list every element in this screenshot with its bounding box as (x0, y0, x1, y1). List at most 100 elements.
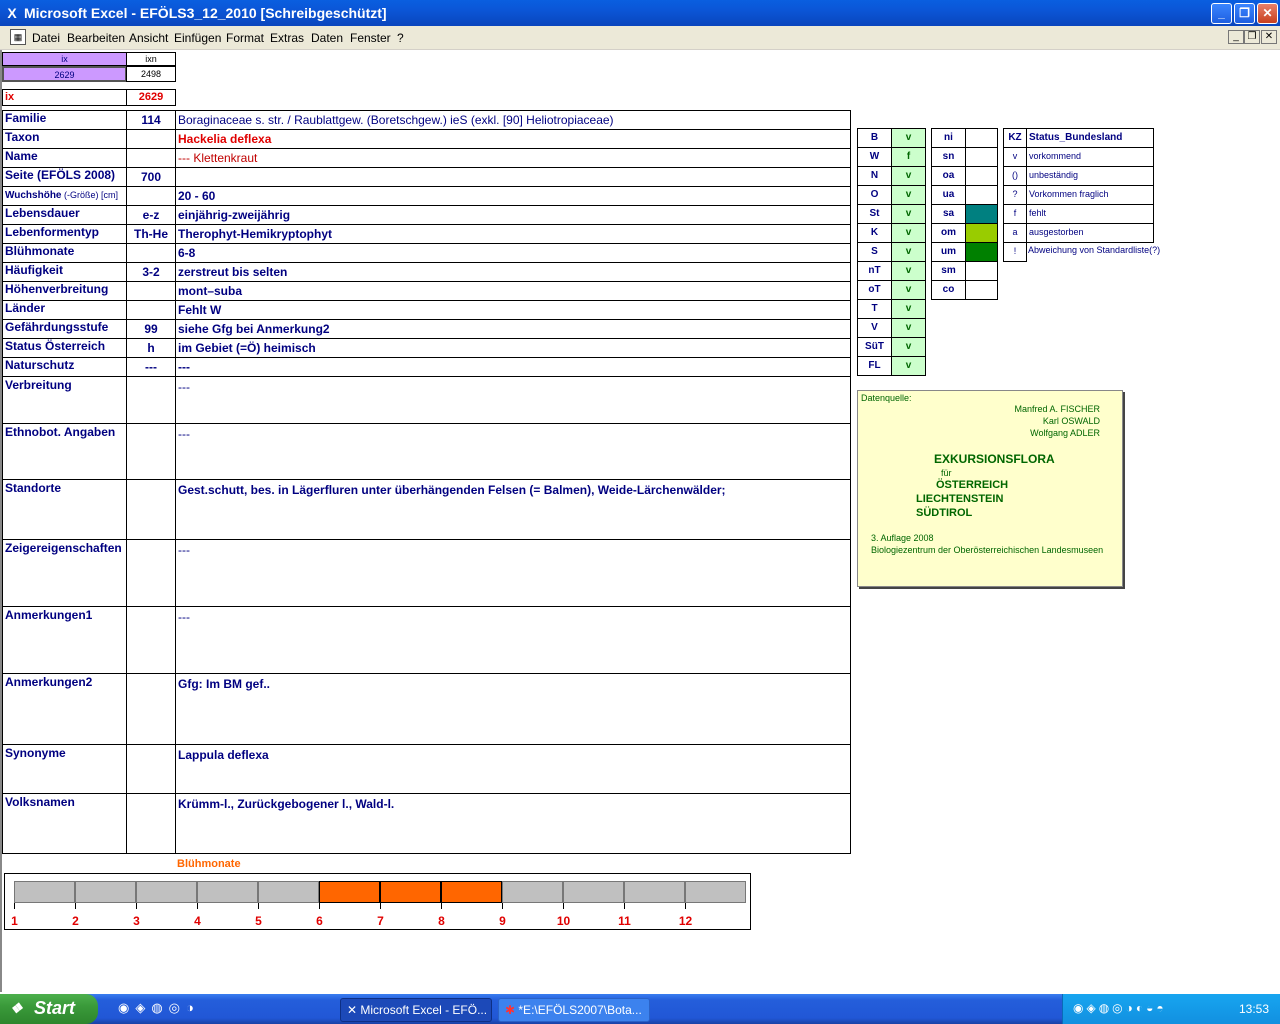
zone-color-cell[interactable] (965, 166, 998, 186)
row-code[interactable] (126, 243, 176, 263)
state-status[interactable]: v (891, 261, 926, 281)
big-row-value[interactable]: Lappula deflexa (175, 744, 851, 794)
state-status[interactable]: v (891, 166, 926, 186)
menu-daten[interactable]: Daten (311, 31, 343, 45)
row-value[interactable]: mont–suba (175, 281, 851, 301)
row-code[interactable]: h (126, 338, 176, 358)
row-value[interactable]: 20 - 60 (175, 186, 851, 206)
task-excel[interactable]: ✕ Microsoft Excel - EFÖ... (340, 998, 492, 1022)
zone-color-cell[interactable] (965, 223, 998, 243)
ix-value-cell[interactable]: 2629 (2, 66, 127, 82)
big-row-value[interactable]: --- (175, 539, 851, 607)
state-status[interactable]: v (891, 242, 926, 262)
quicklaunch-icons[interactable]: ◉◈◍◎◑ (118, 1000, 200, 1016)
zone-color-cell[interactable] (965, 185, 998, 205)
state-status[interactable]: v (891, 204, 926, 224)
big-row-code[interactable] (126, 479, 176, 540)
minimize-button[interactable]: _ (1211, 3, 1232, 24)
big-row-value[interactable]: --- (175, 423, 851, 480)
row-code[interactable]: 700 (126, 167, 176, 187)
state-status[interactable]: f (891, 147, 926, 167)
row-value[interactable]: einjährig-zweijährig (175, 205, 851, 225)
big-row-value[interactable]: Gest.schutt, bes. in Lägerfluren unter ü… (175, 479, 851, 540)
row-code[interactable]: 114 (126, 110, 176, 130)
legend-header-label: Status_Bundesland (1026, 128, 1154, 148)
row-value[interactable]: Hackelia deflexa (175, 129, 851, 149)
system-tray: ◉◈◍◎◑◐◒◓ 13:53 (1062, 994, 1280, 1024)
row-value[interactable]: 6-8 (175, 243, 851, 263)
month-tick (624, 903, 625, 909)
menu-bearbeiten[interactable]: Bearbeiten (67, 31, 125, 45)
menu-extras[interactable]: Extras (270, 31, 304, 45)
zone-color-cell[interactable] (965, 128, 998, 148)
tray-icons[interactable]: ◉◈◍◎◑◐◒◓ (1073, 1001, 1167, 1015)
big-row-code[interactable] (126, 423, 176, 480)
menu-format[interactable]: Format (226, 31, 264, 45)
menu-fenster[interactable]: Fenster (350, 31, 391, 45)
row-value[interactable]: siehe Gfg bei Anmerkung2 (175, 319, 851, 339)
row-value[interactable]: Fehlt W (175, 300, 851, 320)
row-value[interactable]: im Gebiet (=Ö) heimisch (175, 338, 851, 358)
excel-app-icon[interactable]: X (4, 5, 20, 21)
mdi-minimize-button[interactable]: _ (1228, 30, 1244, 44)
zone-color-cell[interactable] (965, 280, 998, 300)
row-value[interactable]: zerstreut bis selten (175, 262, 851, 282)
big-row-label: Anmerkungen2 (2, 673, 127, 745)
document-icon[interactable]: ▦ (10, 29, 26, 45)
row-code[interactable]: 99 (126, 319, 176, 339)
row-code[interactable] (126, 281, 176, 301)
start-button[interactable]: ❖ Start (0, 994, 98, 1024)
month-bar-6 (319, 881, 380, 903)
state-status[interactable]: v (891, 337, 926, 357)
row-value[interactable]: --- (175, 357, 851, 377)
big-row-value[interactable]: --- (175, 376, 851, 424)
big-row-code[interactable] (126, 606, 176, 674)
row-code[interactable]: e-z (126, 205, 176, 225)
task-explorer[interactable]: ✱ *E:\EFÖLS2007\Bota... (498, 998, 650, 1022)
row-code[interactable] (126, 129, 176, 149)
ixn-value-cell[interactable]: 2498 (126, 66, 176, 82)
big-row-code[interactable] (126, 376, 176, 424)
state-status[interactable]: v (891, 299, 926, 319)
row-code[interactable]: Th-He (126, 224, 176, 244)
menu-help[interactable]: ? (397, 31, 404, 45)
state-status[interactable]: v (891, 128, 926, 148)
row-code[interactable] (126, 300, 176, 320)
zone-color-cell[interactable] (965, 261, 998, 281)
row-value[interactable]: Boraginaceae s. str. / Raublattgew. (Bor… (175, 110, 851, 130)
row-code[interactable]: 3-2 (126, 262, 176, 282)
menu-ansicht[interactable]: Ansicht (129, 31, 168, 45)
state-status[interactable]: v (891, 223, 926, 243)
close-button[interactable]: ✕ (1257, 3, 1278, 24)
big-row-code[interactable] (126, 744, 176, 794)
legend-label: Vorkommen fraglich (1026, 185, 1154, 205)
row-label: Länder (2, 300, 127, 320)
mdi-close-button[interactable]: ✕ (1261, 30, 1277, 44)
zone-code: sn (931, 147, 966, 167)
row-value[interactable] (175, 167, 851, 187)
big-row-value[interactable]: --- (175, 606, 851, 674)
menu-einfuegen[interactable]: Einfügen (174, 31, 221, 45)
zone-color-cell[interactable] (965, 242, 998, 262)
row-code[interactable]: --- (126, 357, 176, 377)
big-row-value[interactable]: Krümm-l., Zurückgebogener l., Wald-l. (175, 793, 851, 854)
row-value[interactable]: Therophyt-Hemikryptophyt (175, 224, 851, 244)
state-status[interactable]: v (891, 356, 926, 376)
big-row-value[interactable]: Gfg: Im BM gef.. (175, 673, 851, 745)
ix-value[interactable]: 2629 (126, 89, 176, 106)
zone-color-cell[interactable] (965, 147, 998, 167)
big-row-code[interactable] (126, 539, 176, 607)
state-status[interactable]: v (891, 280, 926, 300)
maximize-button[interactable]: ❐ (1234, 3, 1255, 24)
mdi-restore-button[interactable]: ❐ (1244, 30, 1260, 44)
row-code[interactable] (126, 148, 176, 168)
row-code[interactable] (126, 186, 176, 206)
zone-color-cell[interactable] (965, 204, 998, 224)
source-heading: Datenquelle: (861, 393, 912, 403)
menu-datei[interactable]: Datei (32, 31, 60, 45)
row-value[interactable]: --- Klettenkraut (175, 148, 851, 168)
big-row-code[interactable] (126, 673, 176, 745)
state-status[interactable]: v (891, 185, 926, 205)
state-status[interactable]: v (891, 318, 926, 338)
big-row-code[interactable] (126, 793, 176, 854)
